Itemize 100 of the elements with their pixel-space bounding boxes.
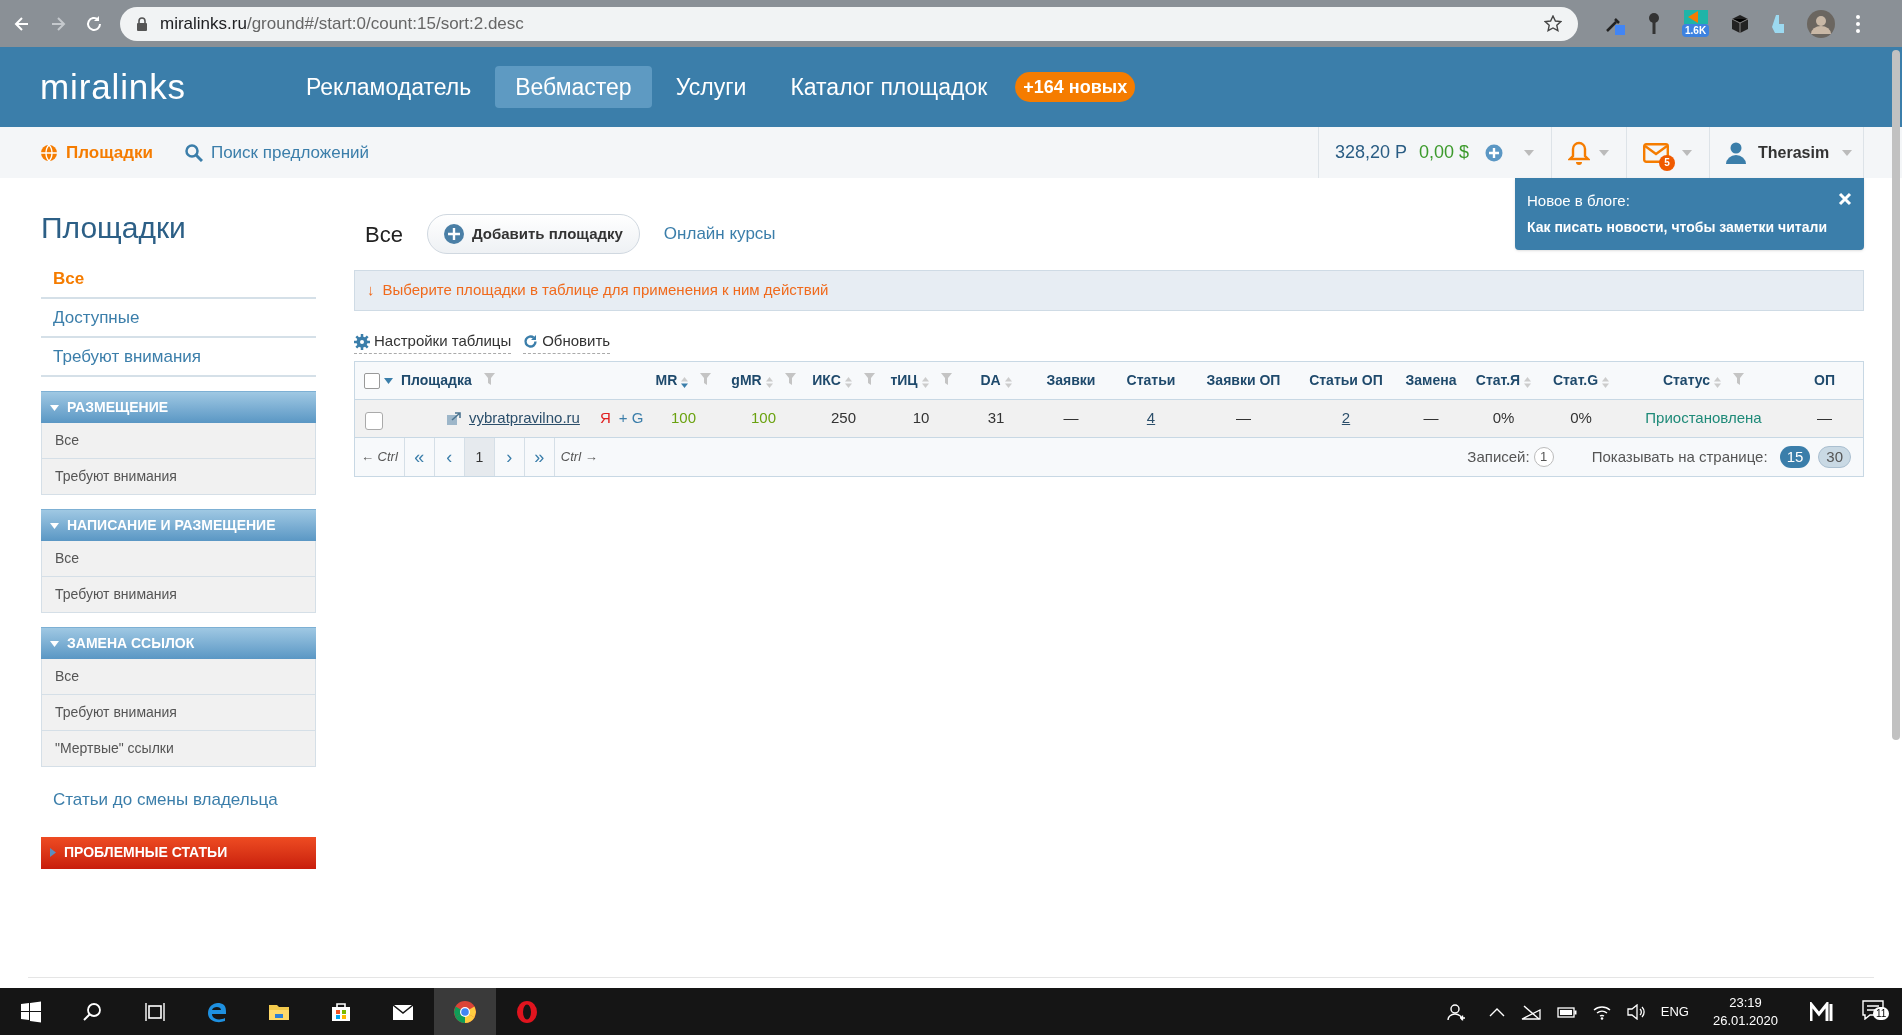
problem-articles-button[interactable]: ПРОБЛЕМНЫЕ СТАТЬИ — [41, 836, 316, 869]
speaker-icon[interactable] — [1626, 1003, 1645, 1020]
last-page-button[interactable]: » — [524, 438, 555, 476]
notification-count: 11 — [1873, 1006, 1890, 1020]
chrome-taskbar-button[interactable] — [434, 988, 496, 1035]
chevron-up-icon[interactable] — [1488, 1006, 1505, 1017]
page-title: Площадки — [41, 210, 187, 246]
filter-icon[interactable] — [700, 372, 712, 385]
prev-page-button[interactable]: ‹ — [434, 438, 465, 476]
google-label: + G — [618, 408, 644, 429]
caret-icon[interactable] — [1681, 148, 1693, 157]
caret-icon[interactable] — [384, 377, 393, 384]
column-header[interactable]: Замена — [1405, 370, 1457, 391]
next-page-hint[interactable]: Ctrl → — [554, 438, 604, 476]
scrollbar-thumb[interactable] — [1892, 50, 1900, 740]
column-header[interactable]: ИКС — [812, 370, 841, 391]
balance-rub: 328,20 Р — [1334, 141, 1407, 164]
next-page-button[interactable]: › — [494, 438, 525, 476]
caret-icon — [50, 522, 59, 529]
filter-icon[interactable] — [940, 372, 952, 385]
site-link[interactable]: vybratpravilno.ru — [469, 407, 580, 430]
sidebar-subitem[interactable]: Все — [41, 423, 316, 459]
sidebar-subitem[interactable]: Все — [41, 659, 316, 695]
network-off-icon[interactable] — [1520, 1003, 1541, 1020]
refresh-link[interactable]: Обновить — [523, 330, 611, 354]
address-bar[interactable]: miralinks.ru/ground#/start:0/count:15/sort:2.desc — [120, 6, 1578, 41]
first-page-button[interactable]: « — [404, 438, 435, 476]
column-header[interactable]: Заявки — [1046, 370, 1096, 391]
sidebar-subitem[interactable]: "Мертвые" ссылки — [41, 731, 316, 767]
per-page-option[interactable]: 15 — [1779, 446, 1811, 468]
menu-icon[interactable] — [1855, 13, 1862, 34]
plus-icon[interactable] — [1485, 143, 1503, 162]
column-header[interactable]: DA — [980, 370, 1001, 391]
nav-link[interactable]: Каталог площадок — [770, 66, 1008, 108]
column-header[interactable]: ОП — [1814, 370, 1835, 391]
extension-badge: 1.6K — [1682, 24, 1710, 37]
bell-icon[interactable] — [1568, 140, 1590, 165]
sidebar-item[interactable]: Доступные — [41, 299, 316, 338]
column-header[interactable]: Стат.Я — [1475, 370, 1521, 391]
sidebar-subitem[interactable]: Все — [41, 541, 316, 577]
count-link[interactable]: 4 — [1146, 407, 1156, 430]
close-icon[interactable] — [1838, 192, 1852, 206]
notifications-button[interactable]: 11 — [1862, 997, 1892, 1026]
sidebar-link[interactable]: Статьи до смены владельца — [41, 787, 316, 813]
count-link[interactable]: 2 — [1341, 407, 1351, 430]
battery-icon[interactable] — [1556, 1005, 1577, 1018]
caret-icon — [50, 848, 56, 857]
opera-icon — [515, 999, 539, 1024]
table-cell-text: 10 — [912, 408, 930, 429]
key-icon[interactable] — [1646, 11, 1662, 36]
column-header[interactable]: Заявки ОП — [1206, 370, 1281, 391]
column-header[interactable]: MR — [655, 370, 678, 391]
star-icon[interactable] — [1544, 14, 1562, 33]
caret-icon[interactable] — [1523, 148, 1535, 157]
subnav-link[interactable]: Поиск предложений — [184, 139, 369, 166]
column-header[interactable]: Статьи ОП — [1309, 370, 1383, 391]
caret-icon — [50, 640, 59, 647]
user-name[interactable]: Therasim — [1758, 140, 1830, 165]
prev-page-hint[interactable]: ← Ctrl — [355, 438, 405, 476]
filter-icon[interactable] — [483, 372, 495, 385]
courses-link[interactable]: Онлайн курсы — [663, 221, 776, 247]
sidebar-subitem[interactable]: Требуют внимания — [41, 695, 316, 731]
extension-button[interactable]: 1.6K — [1682, 10, 1710, 37]
table-row[interactable]: vybratpravilno.ru Я + G 100 100 250 10 31 — 4 — 2 — 0% 0% Приостановлена — — [355, 400, 1863, 438]
sort-icon[interactable] — [681, 376, 689, 388]
notification-link[interactable]: Как писать новости, чтобы заметки читали — [1527, 216, 1852, 238]
page-button[interactable]: 1 — [464, 438, 495, 476]
column-header[interactable]: gMR — [731, 370, 762, 391]
filter-icon[interactable] — [863, 372, 875, 385]
filter-icon[interactable] — [784, 372, 796, 385]
column-header[interactable]: Статьи — [1126, 370, 1176, 391]
select-all-checkbox[interactable] — [364, 372, 380, 389]
avatar-icon[interactable] — [1807, 9, 1836, 38]
wifi-icon[interactable] — [1592, 1003, 1611, 1020]
column-header[interactable]: Стат.G — [1552, 370, 1599, 391]
sidebar-subitem[interactable]: Требуют внимания — [41, 577, 316, 613]
per-page-option[interactable]: 30 — [1818, 446, 1851, 468]
column-header[interactable]: Статус — [1662, 370, 1711, 391]
language-indicator[interactable]: ENG — [1660, 1001, 1689, 1022]
nav-link[interactable]: Рекламодатель — [285, 66, 492, 108]
column-header[interactable]: Площадка — [401, 370, 472, 391]
nav-link[interactable]: Услуги — [655, 66, 767, 108]
search-icon — [184, 143, 203, 162]
sidebar-item[interactable]: Требуют внимания — [41, 338, 316, 377]
per-page-label: Показывать на странице: — [1591, 446, 1768, 467]
filter-icon[interactable] — [1733, 372, 1745, 385]
table-settings-link[interactable]: Настройки таблицы — [354, 330, 512, 354]
message-count-badge: 5 — [1659, 154, 1675, 171]
logo[interactable]: miralinks — [40, 60, 186, 114]
people-icon[interactable] — [1446, 1002, 1465, 1021]
caret-icon[interactable] — [1598, 148, 1610, 157]
external-link-icon — [447, 412, 461, 425]
sidebar-subitem[interactable]: Требуют внимания — [41, 459, 316, 495]
row-checkbox[interactable] — [365, 411, 383, 430]
globe-icon — [40, 143, 58, 162]
caret-icon[interactable] — [1841, 148, 1854, 157]
plus-icon — [443, 224, 464, 244]
clock[interactable]: 23:19 26.01.2020 — [1704, 993, 1786, 1030]
column-header[interactable]: тИЦ — [890, 370, 918, 391]
add-site-button[interactable]: Добавить площадку — [426, 214, 640, 254]
